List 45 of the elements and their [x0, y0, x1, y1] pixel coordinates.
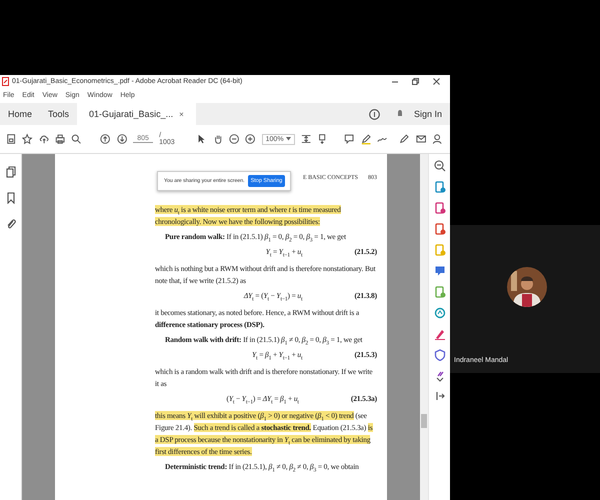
- previous-page-icon[interactable]: [100, 133, 111, 145]
- combine-files-icon[interactable]: [434, 265, 446, 277]
- organize-pages-icon[interactable]: [434, 202, 446, 214]
- fill-sign-icon[interactable]: [434, 328, 446, 340]
- bookmark-icon[interactable]: [6, 192, 14, 204]
- fit-page-icon[interactable]: [300, 133, 311, 145]
- pencil-icon[interactable]: [399, 133, 410, 145]
- caret-icon[interactable]: [286, 137, 291, 141]
- cursor-icon[interactable]: [196, 133, 207, 145]
- sign-in-link[interactable]: Sign In: [414, 109, 442, 119]
- scan-icon[interactable]: [434, 307, 446, 319]
- minimize-icon[interactable]: [392, 78, 398, 84]
- bell-icon[interactable]: [396, 109, 404, 119]
- avatar-icon: [507, 267, 547, 307]
- print-icon[interactable]: [54, 133, 66, 145]
- shield-icon[interactable]: [434, 349, 446, 361]
- export-pdf-icon[interactable]: [434, 181, 446, 193]
- help-icon[interactable]: [368, 108, 380, 120]
- close-icon[interactable]: [433, 78, 440, 85]
- create-pdf-icon[interactable]: [434, 223, 446, 235]
- comment-icon[interactable]: [344, 133, 355, 145]
- expand-panel-icon[interactable]: [434, 391, 444, 401]
- pages-icon[interactable]: [6, 166, 16, 178]
- cloud-upload-icon[interactable]: [38, 133, 49, 145]
- zoom-in-icon[interactable]: [245, 133, 256, 145]
- search-icon[interactable]: [71, 133, 82, 145]
- tab-close-button[interactable]: ×: [179, 110, 184, 118]
- paperclip-icon[interactable]: [6, 218, 16, 230]
- next-page-icon[interactable]: [116, 133, 128, 145]
- star-icon[interactable]: [22, 133, 33, 145]
- hand-icon[interactable]: [212, 133, 224, 145]
- pen-icon[interactable]: [360, 133, 371, 145]
- zoom-out-icon[interactable]: [229, 133, 240, 145]
- edit-pdf-icon[interactable]: [434, 286, 446, 298]
- restore-icon[interactable]: [412, 78, 419, 85]
- scrollbar[interactable]: [420, 154, 428, 500]
- zoom-icon[interactable]: [434, 160, 446, 172]
- scroll-mode-icon[interactable]: [316, 133, 328, 145]
- save-icon[interactable]: [6, 133, 16, 145]
- mail-icon[interactable]: [416, 133, 426, 145]
- more-tools-icon[interactable]: [434, 370, 444, 382]
- tab[interactable]: 01-Gujarati_Basic_... ×: [77, 103, 196, 125]
- user-icon[interactable]: [432, 133, 442, 145]
- tab[interactable]: Tools: [40, 103, 78, 125]
- tab[interactable]: Home: [0, 103, 40, 125]
